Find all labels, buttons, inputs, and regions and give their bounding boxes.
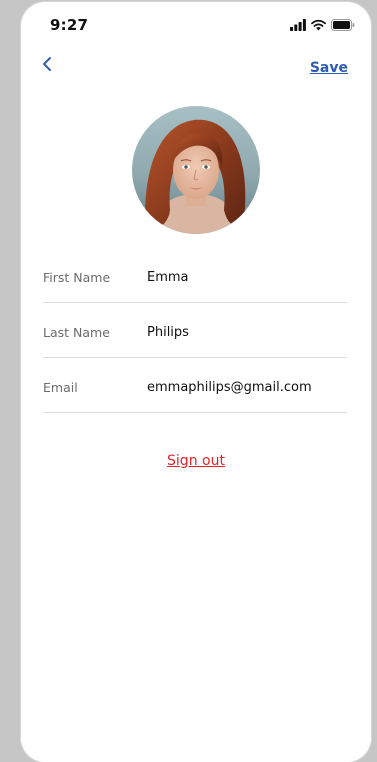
first-name-row[interactable]: First Name Emma	[43, 248, 347, 303]
status-time: 9:27	[50, 16, 89, 34]
battery-icon	[331, 19, 355, 31]
status-icons	[290, 18, 355, 32]
email-row[interactable]: Email emmaphilips@gmail.com	[43, 358, 347, 413]
phone-screen: 9:27 Save First Name Emma Last Name Phil…	[21, 2, 371, 762]
back-button[interactable]	[36, 52, 58, 76]
wifi-icon	[311, 19, 326, 31]
first-name-value[interactable]: Emma	[147, 270, 189, 285]
chevron-left-icon	[43, 57, 51, 71]
save-button[interactable]: Save	[310, 60, 348, 76]
status-bar: 9:27	[21, 2, 371, 48]
last-name-row[interactable]: Last Name Philips	[43, 303, 347, 358]
avatar	[132, 106, 260, 234]
email-value[interactable]: emmaphilips@gmail.com	[147, 380, 312, 395]
profile-photo	[132, 106, 260, 234]
first-name-label: First Name	[43, 270, 111, 285]
profile-form: First Name Emma Last Name Philips Email …	[43, 248, 347, 413]
last-name-value[interactable]: Philips	[147, 325, 189, 340]
sign-out-container: Sign out	[21, 453, 371, 469]
email-label: Email	[43, 380, 78, 395]
sign-out-button[interactable]: Sign out	[167, 453, 225, 469]
nav-bar: Save	[21, 48, 371, 88]
last-name-label: Last Name	[43, 325, 110, 340]
signal-bars-icon	[290, 19, 306, 31]
